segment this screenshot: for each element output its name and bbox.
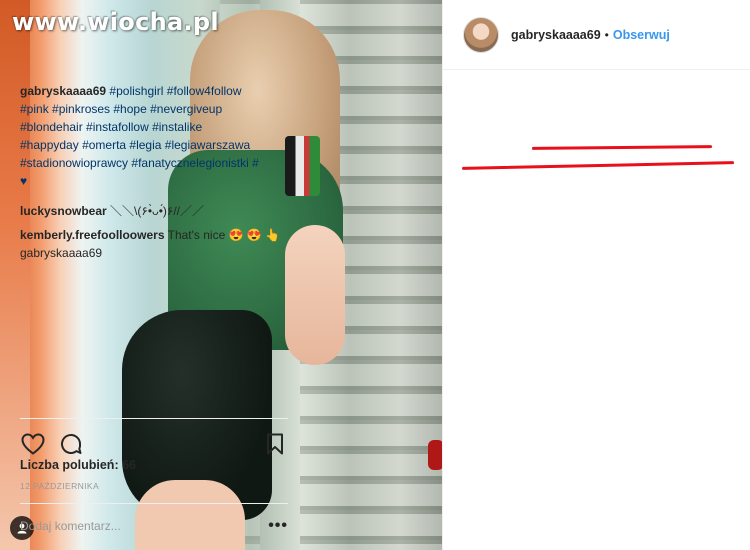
avatar[interactable] (463, 16, 499, 53)
bookmark-icon[interactable] (262, 431, 288, 457)
comment-text: ＼＼\(۶•̀ᴗ•́)۶//／／ (110, 204, 205, 218)
site-watermark: www.wiocha.pl (12, 8, 219, 36)
post-actions (20, 418, 288, 458)
hashtags-line[interactable]: #pink #pinkroses #hope #nevergiveup (20, 102, 222, 116)
hashtags-line[interactable]: #blondehair #instafollow #instalike (20, 120, 202, 134)
hashtags-line[interactable]: #happyday (20, 138, 79, 152)
comment-mention[interactable]: gabryskaaaa69 (20, 246, 102, 260)
comment-username[interactable]: luckysnowbear (20, 204, 107, 218)
hashtags-line-underlined[interactable]: #omerta #legia #legiawarszawa (82, 138, 250, 152)
likes-count[interactable]: Liczba polubień: 66 (20, 458, 136, 472)
comments-list: gabryskaaaa69 #polishgirl #follow4follow… (20, 82, 295, 262)
add-comment-bar: ••• (20, 503, 288, 547)
comment-username[interactable]: kemberly.freefoolloowers (20, 228, 165, 242)
hashtags-line-underlined[interactable]: #stadionowioprawcy #fanatycznelegionistk… (20, 156, 259, 170)
post-caption: gabryskaaaa69 #polishgirl #follow4follow… (20, 82, 295, 190)
follow-button[interactable]: Obserwuj (613, 28, 670, 42)
hashtags-line[interactable]: #polishgirl #follow4follow (109, 84, 241, 98)
comment-icon[interactable] (58, 431, 84, 457)
heart-emoji: ♥ (20, 174, 28, 188)
comment: luckysnowbear ＼＼\(۶•̀ᴗ•́)۶//／／ (20, 202, 295, 220)
comment: kemberly.freefoolloowers That's nice 😍 😍… (20, 226, 295, 262)
comment-input[interactable] (20, 518, 269, 533)
header-username[interactable]: gabryskaaaa69 (511, 28, 601, 42)
header-separator: • (604, 27, 609, 42)
comment-text: That's nice 😍 😍 👆 (167, 228, 281, 242)
photo-red-object (428, 440, 442, 470)
heart-icon[interactable] (20, 431, 46, 457)
caption-username[interactable]: gabryskaaaa69 (20, 84, 106, 98)
post-header: gabryskaaaa69 • Obserwuj (443, 0, 750, 70)
post-date: 12 PAŹDZIERNIKA (20, 481, 100, 491)
post-side-panel: gabryskaaaa69 • Obserwuj (442, 0, 750, 550)
more-options-icon[interactable]: ••• (268, 517, 288, 535)
